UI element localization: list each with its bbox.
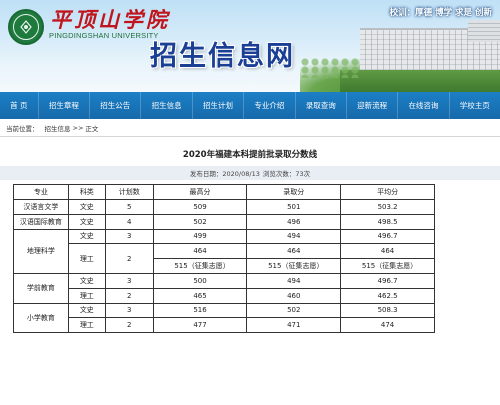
site-title: 招生信息网 [150,41,295,72]
cell-min: 501 [246,199,342,215]
header-avg-score: 平均分 [340,184,435,200]
cell-max: 499 [152,228,248,245]
nav-item-admission-info[interactable]: 招生信息 [141,92,193,119]
cell-min: 494 [246,272,342,289]
nav-item-home[interactable]: 首 页 [0,92,39,119]
campus-lawn-image [340,70,500,92]
view-count: 浏览次数：73次 [262,170,311,178]
cell-type: 理工 [67,243,106,274]
publish-date: 发布日期：2020/08/13 [189,170,260,178]
header-plan: 计划数 [104,184,154,200]
header-max-score: 最高分 [152,184,248,200]
cell-max: 515（征集志愿） [152,258,248,274]
nav-item-result-query[interactable]: 录取查询 [296,92,347,119]
school-motto: 校训：厚德 博学 求是 创新 [389,8,492,18]
cell-plan: 3 [104,272,154,289]
header-banner: 平顶山学院 PINGDINGSHAN UNIVERSITY 招生信息网 校训：厚… [0,0,500,92]
cell-avg: 464 [340,243,435,260]
cell-plan: 3 [104,302,154,319]
cell-avg: 496.7 [340,272,435,289]
header-major: 专业 [13,184,69,200]
cell-min: 494 [246,228,342,245]
school-name-en: PINGDINGSHAN UNIVERSITY [49,31,159,40]
table-row: 理工 2 465 460 462.5 [14,287,435,304]
cell-min: 502 [246,302,342,319]
cell-major: 地理科学 [13,228,69,274]
cell-type: 文史 [67,228,106,245]
cell-plan: 4 [104,213,154,230]
table-row: 小学教育 文史 3 516 502 508.3 [13,302,435,334]
cell-max: 516 [152,302,248,319]
cell-min: 460 [246,287,342,304]
cell-min: 515（征集志愿） [246,258,342,274]
table-row: 理工 2 464 464 464 [14,243,435,274]
cell-max: 502 [152,213,248,230]
cell-avg: 498.5 [340,213,435,230]
article-meta: 发布日期：2020/08/13 浏览次数：73次 [0,166,500,180]
cell-plan: 5 [104,199,154,215]
cell-avg: 462.5 [340,287,435,304]
nav-item-majors[interactable]: 专业介绍 [244,92,296,119]
header-admit-score: 录取分 [246,184,342,200]
cell-min: 471 [246,317,342,334]
school-name-cn: 平顶山学院 [50,7,170,32]
cell-plan: 2 [104,287,154,304]
table-header-row: 专业 科类 计划数 最高分 录取分 平均分 [13,184,435,200]
table-row: 汉语言文学 文史 5 509 501 503.2 [13,199,435,215]
cell-avg: 503.2 [340,199,435,215]
nav-item-welcome-process[interactable]: 迎新流程 [347,92,399,119]
campus-building-image-secondary [468,20,500,42]
cell-type: 文史 [67,199,106,215]
seal-inner-ring [13,14,39,40]
cell-type: 文史 [67,272,106,289]
cell-min: 496 [246,213,342,230]
cell-max: 465 [152,287,248,304]
cell-max: 464 [152,243,248,260]
breadcrumb-link-admission-info[interactable]: 招生信息 [45,123,71,133]
score-table: 专业 科类 计划数 最高分 录取分 平均分 汉语言文学 文史 5 509 501… [13,184,435,334]
cell-major: 汉语言文学 [13,199,69,215]
nav-item-online-consult[interactable]: 在线咨询 [398,92,450,119]
cell-avg: 496.7 [340,228,435,245]
cell-type: 文史 [67,302,106,319]
nav-item-admission-plan[interactable]: 招生计划 [193,92,245,119]
table-row: 地理科学 文史 3 499 494 496.7 [13,228,435,274]
breadcrumb: 当前位置： 招生信息 >> 正文 [0,119,500,137]
nav-item-school-home[interactable]: 学校主页 [450,92,500,119]
cell-min: 464 [246,243,342,260]
cell-avg: 508.3 [340,302,435,319]
campus-trees-decoration [300,58,360,78]
cell-type: 文史 [67,213,106,230]
cell-plan: 2 [104,317,154,334]
nav-item-admission-notice[interactable]: 招生公告 [90,92,142,119]
cell-max: 477 [152,317,248,334]
cell-plan: 2 [104,243,154,274]
breadcrumb-current: 正文 [85,124,99,133]
nav-item-admission-charter[interactable]: 招生章程 [39,92,91,119]
article-title: 2020年福建本科提前批录取分数线 [182,150,318,160]
main-nav: 首 页 招生章程 招生公告 招生信息 招生计划 专业介绍 录取查询 迎新流程 在… [0,92,500,119]
cell-max: 509 [152,199,248,215]
breadcrumb-separator: >> [72,123,84,132]
cell-max: 500 [152,272,248,289]
table-row: 学前教育 文史 3 500 494 496.7 [13,272,435,304]
university-seal-icon[interactable] [8,9,44,45]
cell-major: 小学教育 [13,302,69,334]
cell-avg: 515（征集志愿） [340,258,435,274]
cell-type: 理工 [67,287,106,304]
cell-plan: 3 [104,228,154,245]
cell-major: 汉语国际教育 [13,213,69,230]
seal-emblem-icon [20,20,32,34]
table-row: 汉语国际教育 文史 4 502 496 498.5 [13,213,435,230]
cell-major: 学前教育 [13,272,69,304]
table-row: 理工 2 477 471 474 [14,317,435,334]
breadcrumb-label: 当前位置： [6,124,39,133]
header-type: 科类 [67,184,106,200]
cell-avg: 474 [340,317,435,334]
cell-type: 理工 [67,317,106,334]
